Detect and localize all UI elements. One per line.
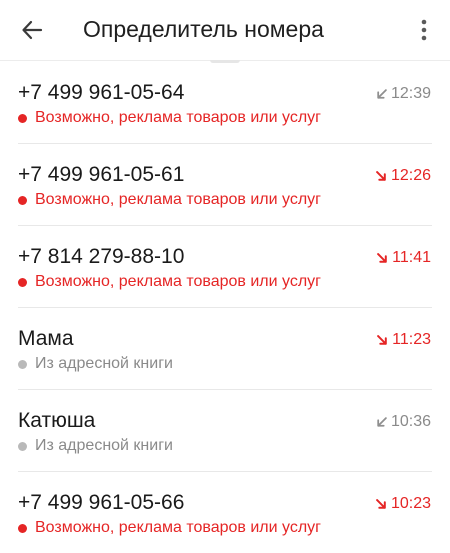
call-time: 11:41: [377, 248, 431, 268]
caller-label: Возможно, реклама товаров или услуг: [18, 190, 321, 210]
call-time-text: 10:23: [390, 495, 431, 512]
caller-name: +7 499 961-05-61: [18, 163, 185, 186]
call-time-text: 12:26: [390, 167, 431, 184]
spam-dot-icon: [18, 277, 27, 287]
contact-dot-icon: [18, 441, 27, 451]
app-bar: Определитель номера: [0, 0, 450, 61]
incoming-call-icon: [377, 416, 387, 427]
call-log-row[interactable]: +7 499 961-05-66 Возможно, реклама товаро…: [0, 471, 450, 553]
caller-label: Возможно, реклама товаров или услуг: [18, 272, 321, 292]
arrow-back-icon: [22, 20, 43, 40]
call-time-text: 10:36: [390, 413, 431, 430]
call-time: 10:23: [376, 494, 431, 514]
call-log-row[interactable]: +7 814 279-88-10 Возможно, реклама товаро…: [0, 225, 450, 307]
caller-name: Катюша: [18, 409, 96, 432]
call-time: 10:36: [376, 412, 431, 432]
caller-label-text: Возможно, реклама товаров или услуг: [35, 191, 321, 208]
call-log-row[interactable]: Мама Из адресной книги 11:23: [0, 307, 450, 389]
call-list: +7 499 961-05-64 Возможно, реклама товаро…: [0, 61, 450, 553]
contact-dot-icon: [18, 359, 27, 369]
spam-dot-icon: [18, 113, 27, 123]
call-time: 12:26: [376, 166, 431, 186]
caller-label: Из адресной книги: [18, 354, 173, 374]
caller-label-text: Из адресной книги: [35, 437, 173, 454]
caller-label: Возможно, реклама товаров или услуг: [18, 108, 321, 128]
call-time-text: 11:23: [392, 331, 431, 348]
caller-name: +7 814 279-88-10: [18, 245, 185, 268]
call-log-row[interactable]: Катюша Из адресной книги 10:36: [0, 389, 450, 471]
more-options-button[interactable]: [406, 12, 442, 48]
caller-label-text: Из адресной книги: [35, 355, 173, 372]
spam-dot-icon: [18, 195, 27, 205]
call-time-text: 12:39: [390, 85, 431, 102]
call-log-row[interactable]: +7 499 961-05-61 Возможно, реклама товаро…: [0, 143, 450, 225]
spam-dot-icon: [18, 523, 27, 533]
call-time-text: 11:41: [392, 249, 431, 266]
caller-name: Мама: [18, 327, 74, 350]
missed-call-icon: [376, 498, 386, 509]
missed-call-icon: [376, 170, 386, 181]
caller-label-text: Возможно, реклама товаров или услуг: [35, 273, 321, 290]
missed-call-icon: [377, 334, 387, 345]
missed-call-icon: [377, 252, 387, 263]
caller-name: +7 499 961-05-66: [18, 491, 185, 514]
more-vertical-icon: [421, 19, 427, 41]
caller-label: Возможно, реклама товаров или услуг: [18, 518, 321, 538]
caller-label-text: Возможно, реклама товаров или услуг: [35, 519, 321, 536]
caller-label: Из адресной книги: [18, 436, 173, 456]
back-button[interactable]: [14, 12, 50, 48]
page-title: Определитель номера: [83, 16, 324, 42]
incoming-call-icon: [377, 88, 387, 99]
call-time: 11:23: [377, 330, 431, 350]
caller-label-text: Возможно, реклама товаров или услуг: [35, 109, 321, 126]
caller-name: +7 499 961-05-64: [18, 81, 185, 104]
call-log-row[interactable]: +7 499 961-05-64 Возможно, реклама товаро…: [0, 61, 450, 143]
call-time: 12:39: [376, 84, 431, 104]
